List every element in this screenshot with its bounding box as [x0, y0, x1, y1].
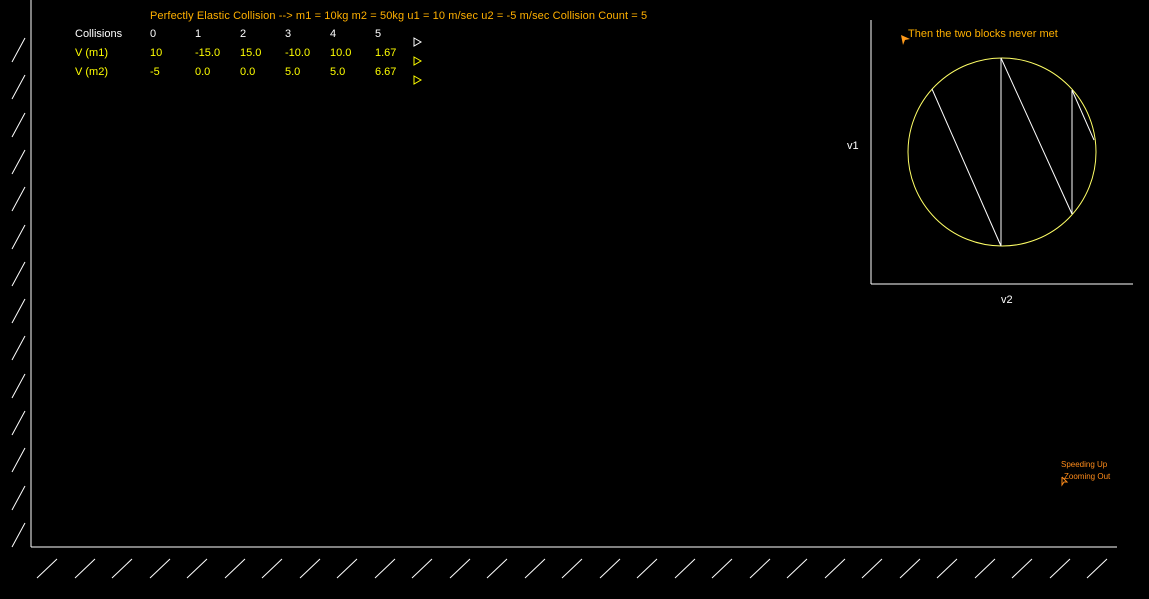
speed-up-control[interactable]: Speeding Up [1061, 460, 1107, 469]
hatch-mark [1049, 558, 1071, 579]
play-arrow-icon[interactable] [413, 75, 423, 85]
hatch-mark [899, 558, 921, 579]
hatch-mark [861, 558, 883, 579]
hatch-mark [186, 558, 208, 579]
hatch-mark [11, 112, 26, 138]
table-cell: 0.0 [240, 66, 256, 78]
hatch-mark [11, 149, 26, 175]
table-cell: 10 [150, 47, 163, 59]
collision-number: 5 [375, 28, 382, 40]
hatch-mark [524, 558, 546, 579]
path-segment [1000, 57, 1073, 215]
page-title: Perfectly Elastic Collision --> m1 = 10k… [150, 10, 648, 22]
hatch-mark [749, 558, 771, 579]
hatch-mark [561, 558, 583, 579]
hatch-mark [599, 558, 621, 579]
phase-plot-ylabel: v1 [847, 140, 859, 152]
phase-plot-message: Then the two blocks never met [908, 28, 1058, 40]
hatch-mark [1011, 558, 1033, 579]
collisions-header-label: Collisions [75, 28, 123, 40]
hatch-mark [674, 558, 696, 579]
table-cell: 1.67 [375, 47, 397, 59]
table-cell: -15.0 [195, 47, 221, 59]
hatch-mark [486, 558, 508, 579]
phase-plot-xlabel: v2 [1001, 294, 1013, 306]
play-arrow-icon[interactable] [413, 56, 423, 66]
floor-hatch [36, 558, 1108, 579]
hatch-mark [824, 558, 846, 579]
table-cell: 5.0 [330, 66, 346, 78]
table-cell: -5 [150, 66, 160, 78]
hatch-mark [1086, 558, 1108, 579]
energy-circle [907, 57, 1097, 247]
table-cell: 10.0 [330, 47, 352, 59]
hatch-mark [636, 558, 658, 579]
table-cell: 15.0 [240, 47, 262, 59]
path-segment [931, 88, 1002, 247]
hatch-mark [374, 558, 396, 579]
table-cell: 0.0 [195, 66, 211, 78]
collision-number: 1 [195, 28, 202, 40]
hatch-mark [11, 373, 26, 399]
hatch-mark [936, 558, 958, 579]
hatch-mark [11, 447, 26, 473]
simulation-canvas [11, 0, 1133, 579]
table-cell: 5.0 [285, 66, 301, 78]
hatch-mark [299, 558, 321, 579]
hatch-mark [11, 485, 26, 511]
hatch-mark [11, 522, 26, 548]
hatch-mark [36, 558, 58, 579]
hatch-mark [11, 261, 26, 287]
table-cell: 6.67 [375, 66, 397, 78]
hatch-mark [111, 558, 133, 579]
hatch-mark [11, 410, 26, 436]
hatch-mark [11, 74, 26, 100]
path-segment [1071, 89, 1095, 141]
hatch-mark [11, 335, 26, 361]
collision-number: 2 [240, 28, 247, 40]
hatch-mark [974, 558, 996, 579]
hatch-mark [449, 558, 471, 579]
play-arrow-icon[interactable] [413, 37, 423, 47]
hatch-mark [74, 558, 96, 579]
collision-number: 0 [150, 28, 157, 40]
hatch-mark [711, 558, 733, 579]
collision-number: 4 [330, 28, 337, 40]
hatch-mark [11, 37, 26, 63]
hatch-mark [336, 558, 358, 579]
collision-number: 3 [285, 28, 292, 40]
hatch-mark [11, 224, 26, 250]
hatch-mark [786, 558, 808, 579]
hatch-mark [261, 558, 283, 579]
hatch-mark [11, 186, 26, 212]
hatch-mark [149, 558, 171, 579]
hatch-mark [224, 558, 246, 579]
hatch-mark [11, 298, 26, 324]
zoom-out-control[interactable]: Zooming Out [1064, 472, 1110, 481]
hatch-mark [411, 558, 433, 579]
row-label-v-m1: V (m1) [75, 47, 108, 59]
table-cell: -10.0 [285, 47, 311, 59]
row-label-v-m2: V (m2) [75, 66, 108, 78]
phase-plot [870, 20, 1133, 285]
wall-hatch [11, 37, 26, 548]
